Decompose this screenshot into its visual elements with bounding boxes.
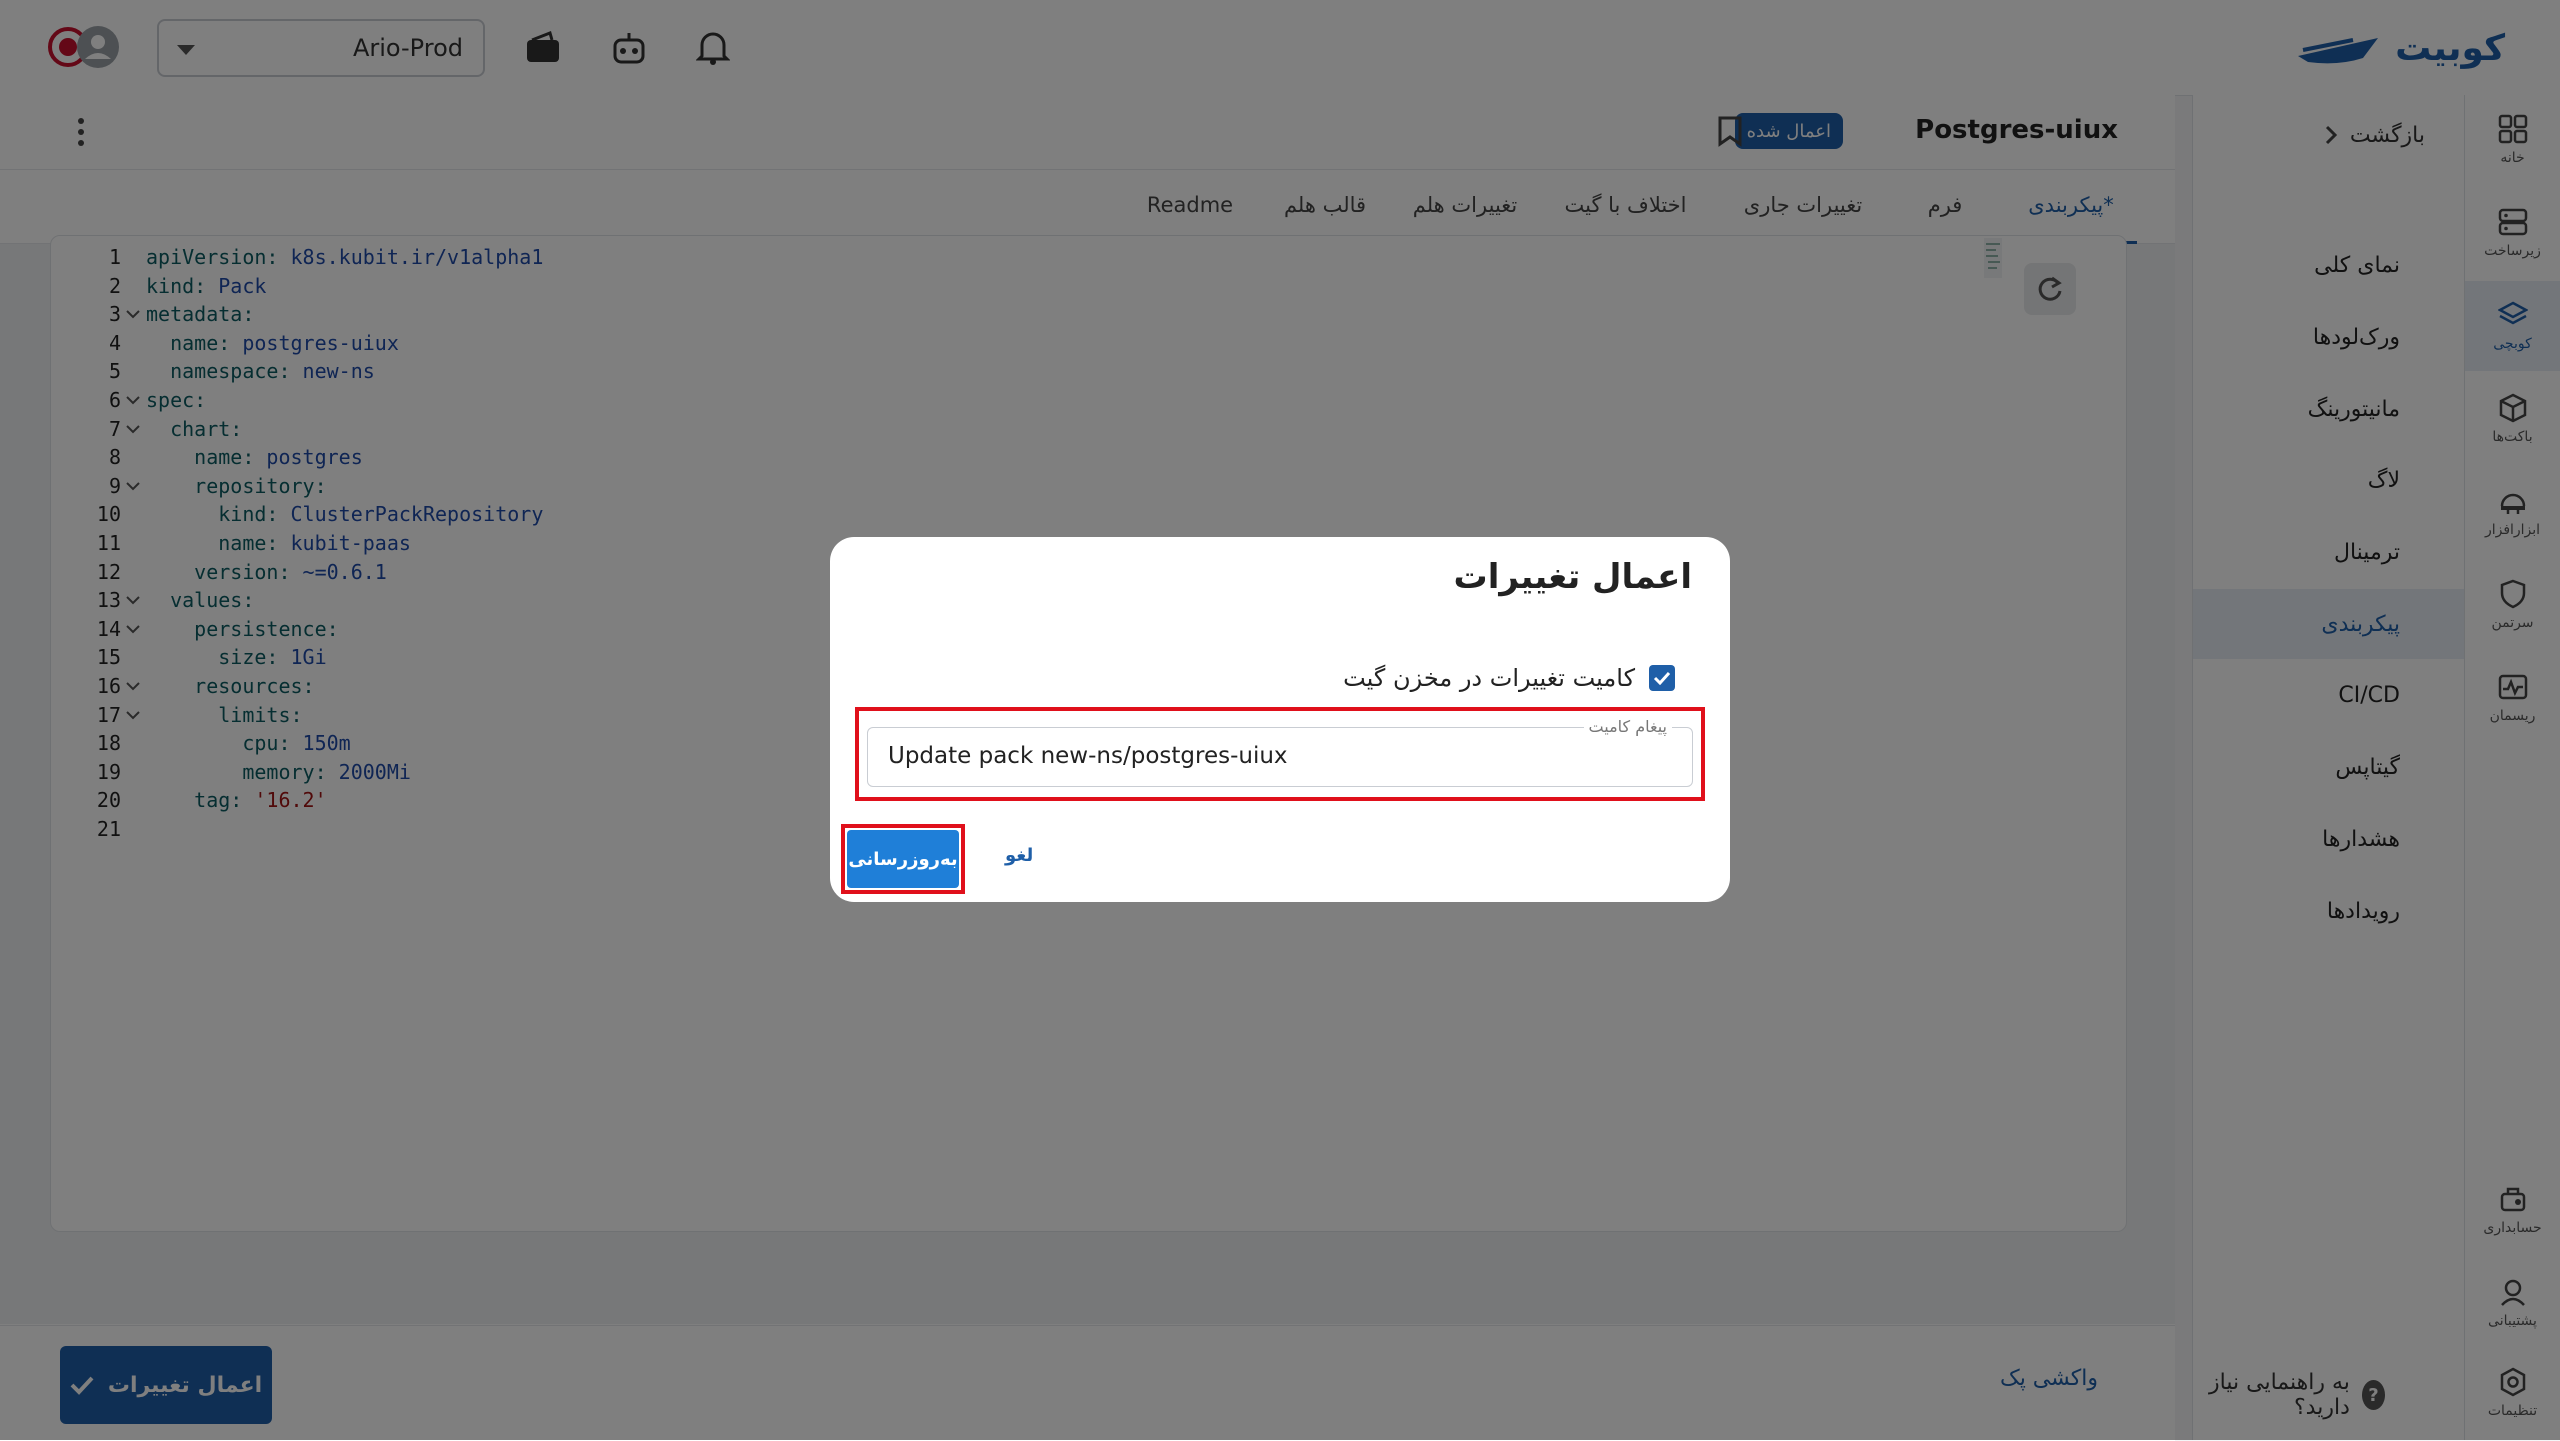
cancel-button[interactable]: لغو [1005, 845, 1033, 866]
apply-changes-dialog: اعمال تغییرات کامیت تغییرات در مخزن گیت … [830, 537, 1730, 902]
update-button[interactable]: به‌روزرسانی [847, 830, 959, 888]
commit-checkbox-label: کامیت تغییرات در مخزن گیت [1343, 664, 1635, 692]
dialog-title: اعمال تغییرات [1453, 557, 1692, 597]
commit-checkbox[interactable] [1649, 665, 1675, 691]
commit-message-value: Update pack new-ns/postgres-uiux [888, 743, 1288, 769]
commit-message-input[interactable]: پیغام کامیت Update pack new-ns/postgres-… [867, 717, 1693, 787]
commit-checkbox-row[interactable]: کامیت تغییرات در مخزن گیت [1343, 664, 1675, 692]
commit-message-label: پیغام کامیت [1583, 717, 1672, 736]
check-icon [1653, 671, 1671, 685]
